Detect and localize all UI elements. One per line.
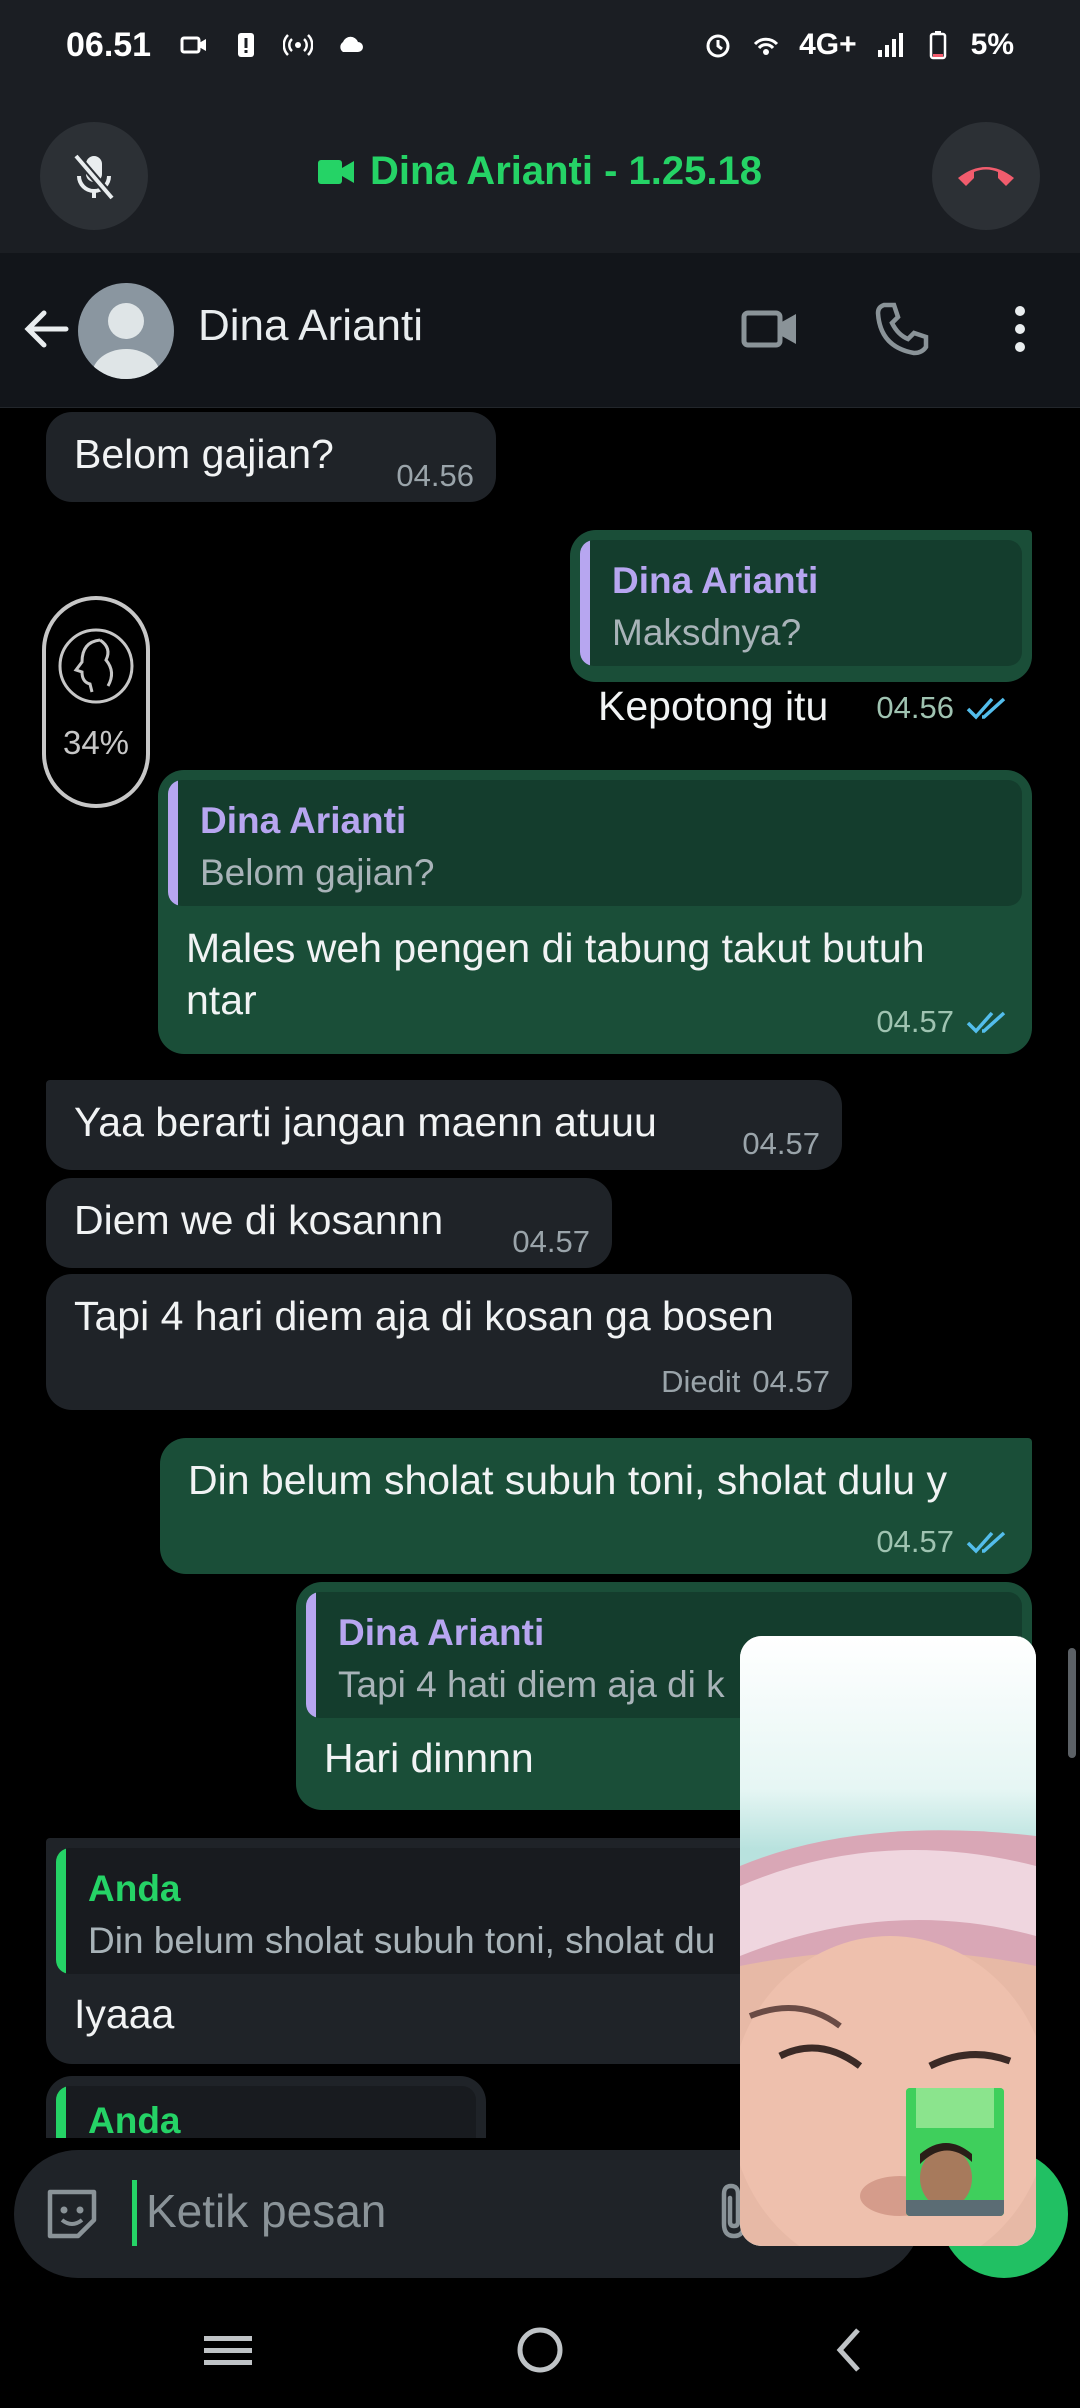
more-options-button[interactable] [988, 297, 1052, 361]
quote-author: Dina Arianti [338, 1612, 545, 1653]
voice-call-button[interactable] [870, 297, 934, 361]
quote-bar [56, 2086, 66, 2138]
self-video-thumbnail[interactable] [906, 2088, 1004, 2216]
message-text: Tapi 4 hari diem aja di kosan ga bosen [74, 1293, 774, 1339]
message-time: 04.56 [396, 458, 474, 494]
message-meta: Diedit 04.57 [661, 1364, 830, 1400]
status-left-icons [179, 30, 365, 60]
video-call-preview[interactable] [740, 1636, 1036, 2246]
quote-author: Anda [88, 1868, 181, 1909]
edited-label: Diedit [661, 1364, 741, 1399]
quote-text: Belom gajian? [200, 852, 435, 893]
message-time-text: 04.57 [876, 1004, 954, 1039]
message-outgoing[interactable]: Dina Arianti Belom gajian? Males weh pen… [158, 770, 1032, 1054]
message-meta: 04.57 [742, 1126, 820, 1162]
mute-button[interactable] [40, 122, 148, 230]
message-text: Hari dinnnn [324, 1735, 534, 1781]
quote-bar [168, 780, 178, 906]
quote-text: Tapi 4 hati diem aja di k [338, 1664, 725, 1705]
read-ticks-icon [966, 1011, 1006, 1034]
hotspot-icon [283, 34, 314, 56]
chat-header: Dina Arianti [0, 253, 1080, 408]
quoted-message[interactable]: Dina Arianti Belom gajian? [168, 780, 1022, 906]
call-title: Dina Arianti - 1.25.18 [318, 149, 762, 194]
quote-author: Dina Arianti [200, 800, 407, 841]
read-ticks-icon [966, 697, 1006, 720]
text-cursor [132, 2180, 137, 2246]
message-meta: 04.56 [876, 690, 1010, 726]
message-text: Kepotong itu [598, 683, 829, 729]
message-time-text: 04.56 [876, 690, 954, 725]
alert-icon [238, 33, 255, 57]
message-time-text: 04.57 [742, 1126, 820, 1161]
video-record-icon [180, 36, 207, 54]
message-text: Belom gajian? [74, 431, 334, 477]
quote-bar [56, 1848, 66, 1974]
message-incoming[interactable]: Tapi 4 hari diem aja di kosan ga bosen D… [46, 1274, 852, 1410]
message-meta: 04.57 [876, 1524, 1010, 1560]
battery-widget[interactable]: 34% [42, 596, 150, 808]
end-call-button[interactable] [932, 122, 1040, 230]
read-ticks-icon [966, 1531, 1006, 1554]
message-meta: 04.57 [512, 1224, 590, 1260]
quote-bar [580, 540, 590, 666]
status-bar: 06.51 4G+ 5% [0, 0, 1080, 90]
video-call-button[interactable] [738, 297, 802, 361]
hang-up-icon [958, 167, 1014, 186]
home-icon[interactable] [510, 2320, 570, 2380]
quoted-message[interactable]: Anda [56, 2086, 476, 2138]
status-time: 06.51 [66, 25, 152, 64]
message-text: Yaa berarti jangan maenn atuuu [74, 1099, 657, 1145]
message-text-line: Males weh pengen di tabung takut butuh [186, 925, 925, 971]
message-incoming[interactable]: Yaa berarti jangan maenn atuuu 04.57 [46, 1080, 842, 1170]
battery-icon [929, 31, 946, 60]
recent-apps-icon[interactable] [198, 2320, 258, 2380]
message-text-line: ntar [186, 977, 257, 1023]
alarm-icon [706, 34, 730, 58]
cloud-icon [340, 36, 364, 52]
quote-author: Dina Arianti [612, 560, 819, 601]
message-time-text: 04.56 [396, 458, 474, 493]
contact-avatar[interactable] [78, 283, 174, 379]
message-outgoing[interactable]: Din belum sholat subuh toni, sholat dulu… [160, 1438, 1032, 1574]
message-time-text: 04.57 [752, 1364, 830, 1399]
message-meta: 04.57 [876, 1004, 1010, 1040]
contact-name[interactable]: Dina Arianti [198, 301, 423, 351]
ongoing-call-bar[interactable]: Dina Arianti - 1.25.18 [0, 90, 1080, 253]
message-text: Diem we di kosannn [74, 1197, 444, 1243]
quote-bar [306, 1592, 316, 1718]
message-text: Din belum sholat subuh toni, sholat dulu… [188, 1457, 947, 1503]
face-profile-icon [58, 628, 134, 704]
signal-icon [877, 33, 903, 57]
message-time-text: 04.57 [876, 1524, 954, 1559]
system-nav-bar [0, 2292, 1080, 2408]
sticker-icon[interactable] [42, 2184, 102, 2244]
back-arrow-icon[interactable] [18, 301, 74, 357]
quote-author: Anda [88, 2100, 181, 2138]
message-incoming[interactable]: Diem we di kosannn 04.57 [46, 1178, 612, 1268]
message-text: Iyaaa [74, 1991, 175, 2037]
quoted-message[interactable]: Dina Arianti Maksdnya? [580, 540, 1022, 666]
video-call-icon [318, 159, 354, 184]
message-incoming[interactable]: Anda [46, 2076, 486, 2138]
mic-off-icon [72, 153, 116, 201]
network-type: 4G+ [799, 28, 857, 61]
message-input[interactable]: Ketik pesan [146, 2184, 386, 2238]
quote-text: Maksdnya? [612, 612, 802, 653]
back-nav-icon[interactable] [820, 2320, 880, 2380]
scrollbar[interactable] [1068, 1648, 1076, 1758]
self-video-feed [906, 2088, 1004, 2216]
message-outgoing[interactable]: Dina Arianti Maksdnya? Kepotong itu 04.5… [570, 530, 1032, 729]
call-title-text: Dina Arianti - 1.25.18 [370, 149, 762, 193]
message-incoming[interactable]: Belom gajian? 04.56 [46, 412, 496, 502]
battery-widget-percent: 34% [62, 724, 130, 761]
wifi-calling-icon [753, 37, 779, 55]
status-right: 4G+ 5% [703, 28, 1014, 62]
message-time-text: 04.57 [512, 1224, 590, 1259]
quote-text: Din belum sholat subuh toni, sholat du [88, 1920, 716, 1961]
battery-percent: 5% [970, 28, 1014, 61]
default-avatar-icon [92, 303, 160, 379]
